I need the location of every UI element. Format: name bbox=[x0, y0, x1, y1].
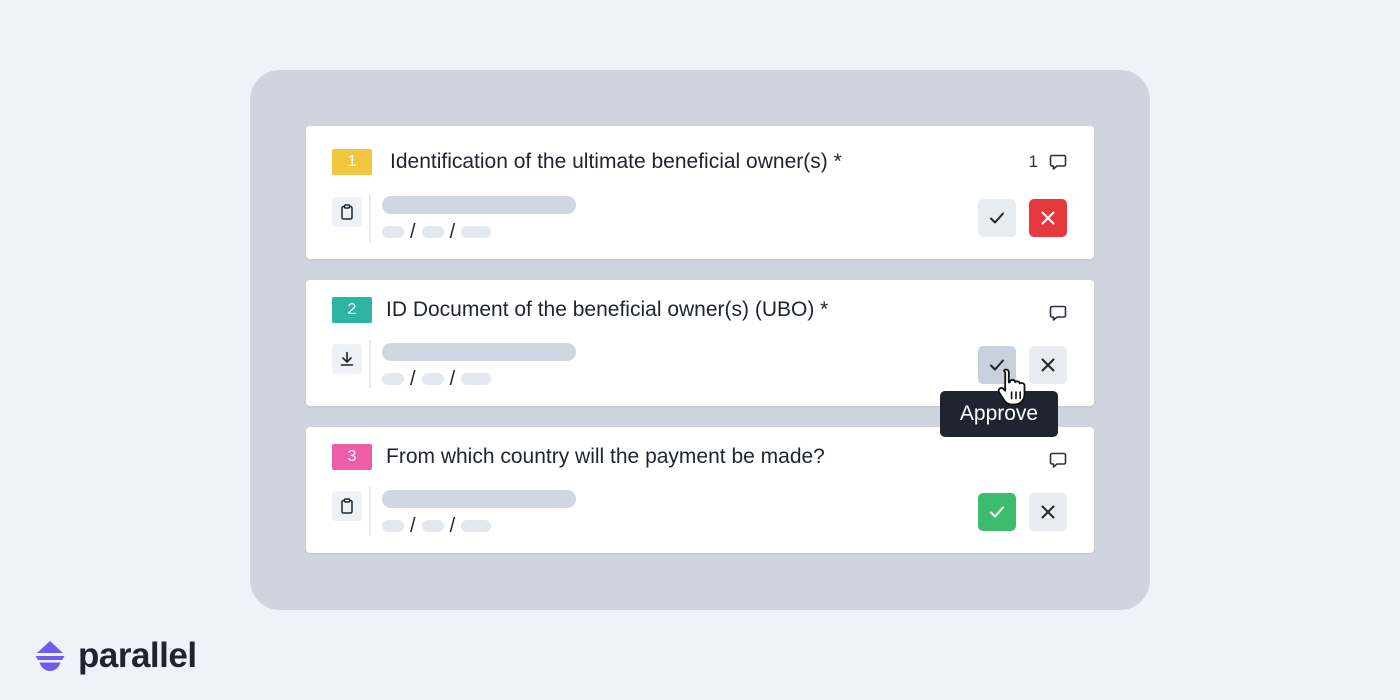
divider bbox=[369, 487, 371, 535]
field-value-placeholder bbox=[382, 196, 576, 214]
clipboard-icon bbox=[332, 491, 362, 521]
comment-icon bbox=[1049, 154, 1067, 170]
approve-button[interactable] bbox=[978, 199, 1016, 237]
question-number-badge: 2 bbox=[332, 297, 372, 323]
comments-button[interactable] bbox=[1048, 303, 1068, 323]
question-card-1: 1 Identification of the ultimate benefic… bbox=[306, 126, 1094, 259]
question-number-badge: 1 bbox=[332, 149, 372, 175]
question-title: Identification of the ultimate beneficia… bbox=[390, 150, 842, 173]
question-number-badge: 3 bbox=[332, 444, 372, 470]
divider bbox=[369, 194, 371, 242]
comment-icon bbox=[1049, 305, 1067, 321]
brand-name: parallel bbox=[78, 636, 197, 675]
reject-button[interactable] bbox=[1029, 493, 1067, 531]
hand-cursor-icon bbox=[997, 368, 1026, 406]
reject-button[interactable] bbox=[1029, 199, 1067, 237]
parallel-logo-icon bbox=[35, 641, 65, 671]
question-title: From which country will the payment be m… bbox=[386, 445, 825, 468]
comment-count: 1 bbox=[1028, 152, 1038, 171]
field-meta-placeholder: / / bbox=[382, 516, 492, 536]
field-meta-placeholder: / / bbox=[382, 222, 492, 242]
brand-logo: parallel bbox=[32, 636, 197, 676]
clipboard-icon bbox=[332, 197, 362, 227]
comment-icon bbox=[1049, 452, 1067, 468]
question-card-2: 2 ID Document of the beneficial owner(s)… bbox=[306, 280, 1094, 406]
close-icon bbox=[1041, 211, 1055, 225]
comments-button[interactable]: 1 bbox=[1029, 152, 1068, 172]
download-icon[interactable] bbox=[332, 344, 362, 374]
close-icon bbox=[1041, 505, 1055, 519]
reject-button[interactable] bbox=[1029, 346, 1067, 384]
question-title: ID Document of the beneficial owner(s) (… bbox=[386, 298, 829, 321]
check-icon bbox=[990, 212, 1004, 224]
field-meta-placeholder: / / bbox=[382, 369, 492, 389]
question-card-3: 3 From which country will the payment be… bbox=[306, 427, 1094, 553]
check-icon bbox=[990, 506, 1004, 518]
field-value-placeholder bbox=[382, 343, 576, 361]
approve-button[interactable] bbox=[978, 493, 1016, 531]
field-value-placeholder bbox=[382, 490, 576, 508]
divider bbox=[369, 340, 371, 388]
comments-button[interactable] bbox=[1048, 450, 1068, 470]
close-icon bbox=[1041, 358, 1055, 372]
